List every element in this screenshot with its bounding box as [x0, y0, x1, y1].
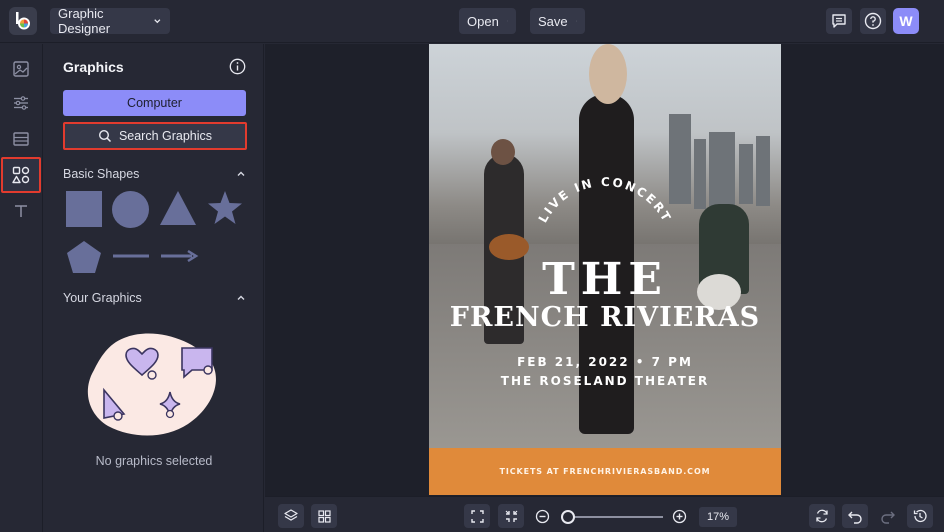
canvas-area: LIVE IN CONCERT THE FRENCH RIVIERAS FEB … [265, 44, 944, 496]
arc-text: LIVE IN CONCERT [536, 175, 672, 225]
poster-date: FEB 21, 2022 • 7 PM [517, 355, 693, 369]
zoom-in-icon[interactable] [672, 509, 687, 524]
chevron-up-icon [237, 295, 245, 300]
top-bar: Graphic Designer Open Save W [0, 0, 944, 43]
redo-icon [881, 511, 895, 524]
chevron-up-icon [237, 171, 245, 176]
rail-item-image[interactable] [6, 54, 36, 84]
triangle-shape[interactable] [159, 190, 197, 226]
history-button[interactable] [907, 504, 933, 528]
logo-icon [16, 12, 30, 30]
graphics-icon [12, 166, 30, 184]
your-graphics-header[interactable]: Your Graphics [63, 289, 246, 307]
chevron-down-icon [575, 20, 577, 22]
rail-item-text[interactable] [6, 196, 36, 226]
ticket-band: TICKETS AT FRENCHRIVIERASBAND.COM [429, 448, 781, 495]
app-switcher-dropdown[interactable]: Graphic Designer [50, 6, 170, 36]
circle-shape[interactable] [111, 190, 150, 229]
square-shape[interactable] [65, 190, 103, 228]
help-button[interactable] [860, 8, 886, 34]
live-in-concert-arc: LIVE IN CONCERT [536, 175, 675, 225]
left-rail [0, 44, 43, 532]
search-graphics-label: Search Graphics [118, 129, 213, 143]
image-icon [13, 61, 29, 77]
app-logo[interactable] [9, 7, 37, 35]
poster-canvas[interactable]: LIVE IN CONCERT THE FRENCH RIVIERAS FEB … [429, 44, 781, 495]
zoom-level[interactable]: 17% [699, 507, 737, 527]
basic-shapes-header[interactable]: Basic Shapes [63, 165, 246, 183]
bottom-bar: 17% [265, 496, 944, 532]
search-icon [98, 129, 111, 143]
graphics-panel: Graphics Computer Search Graphics Basic … [44, 44, 264, 532]
history-icon [913, 509, 927, 523]
open-label: Open [467, 13, 499, 29]
svg-text:LIVE IN CONCERT: LIVE IN CONCERT [536, 175, 675, 225]
arrow-shape[interactable] [159, 249, 199, 263]
chat-icon [832, 14, 846, 28]
poster-title-line2: FRENCH RIVIERAS [449, 302, 761, 333]
empty-graphics-illustration [87, 333, 216, 436]
star-shape[interactable] [206, 189, 244, 227]
your-graphics-title: Your Graphics [63, 291, 142, 305]
collapse-icon [505, 510, 517, 522]
grid-button[interactable] [311, 504, 337, 528]
save-dropdown[interactable]: Save [530, 8, 585, 34]
rail-item-graphics[interactable] [1, 157, 41, 193]
zoom-slider-track[interactable] [561, 516, 663, 518]
text-icon [15, 205, 27, 217]
open-dropdown[interactable]: Open [459, 8, 516, 34]
expand-icon [470, 509, 484, 523]
basic-shapes-title: Basic Shapes [63, 167, 140, 181]
undo-button[interactable] [842, 504, 868, 528]
rail-item-layout[interactable] [6, 124, 36, 154]
help-icon [864, 12, 882, 30]
poster-venue: THE ROSELAND THEATER [500, 374, 710, 388]
zoom-slider-handle[interactable] [561, 510, 575, 524]
layers-button[interactable] [278, 504, 304, 528]
layers-icon [284, 509, 298, 521]
grid-icon [317, 509, 331, 523]
undo-icon [848, 511, 862, 524]
computer-upload-button[interactable]: Computer [63, 90, 246, 116]
zoom-out-icon[interactable] [535, 509, 550, 524]
chevron-down-icon [506, 20, 508, 22]
feedback-button[interactable] [826, 8, 852, 34]
redo-button[interactable] [875, 504, 901, 528]
save-label: Save [538, 13, 568, 29]
pentagon-shape[interactable] [65, 239, 103, 275]
layout-icon [13, 132, 29, 146]
refresh-button[interactable] [809, 504, 835, 528]
fit-screen-button[interactable] [464, 504, 490, 528]
adjust-icon [14, 96, 28, 110]
line-shape[interactable] [111, 249, 151, 263]
empty-state-text: No graphics selected [95, 454, 213, 468]
search-graphics-button[interactable]: Search Graphics [63, 122, 247, 150]
rail-item-adjust[interactable] [6, 88, 36, 118]
refresh-icon [816, 509, 828, 523]
info-icon[interactable] [229, 58, 246, 75]
actual-size-button[interactable] [498, 504, 524, 528]
ticket-text: TICKETS AT FRENCHRIVIERASBAND.COM [499, 467, 711, 476]
poster-title-line1: THE [542, 254, 668, 305]
app-name-label: Graphic Designer [58, 6, 111, 36]
panel-title: Graphics [63, 59, 124, 75]
user-avatar[interactable]: W [893, 8, 919, 34]
chevron-down-icon [154, 19, 161, 24]
